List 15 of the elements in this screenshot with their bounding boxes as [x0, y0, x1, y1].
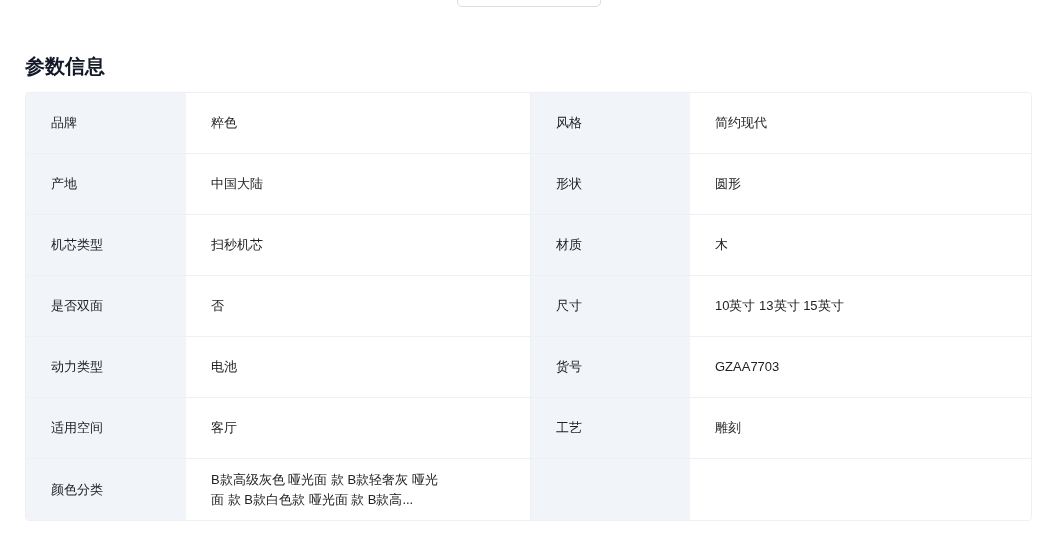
spec-label: 尺寸 — [530, 276, 690, 337]
spec-label: 货号 — [530, 337, 690, 398]
spec-value: 简约现代 — [690, 93, 1031, 154]
spec-label: 机芯类型 — [26, 215, 186, 276]
spec-label: 产地 — [26, 154, 186, 215]
spec-label: 品牌 — [26, 93, 186, 154]
spec-label: 颜色分类 — [26, 459, 186, 520]
spec-label: 是否双面 — [26, 276, 186, 337]
spec-label: 动力类型 — [26, 337, 186, 398]
spec-label: 材质 — [530, 215, 690, 276]
spec-label: 工艺 — [530, 398, 690, 459]
spec-label: 风格 — [530, 93, 690, 154]
spec-label: 形状 — [530, 154, 690, 215]
section-title: 参数信息 — [25, 54, 106, 79]
spec-label: 适用空间 — [26, 398, 186, 459]
